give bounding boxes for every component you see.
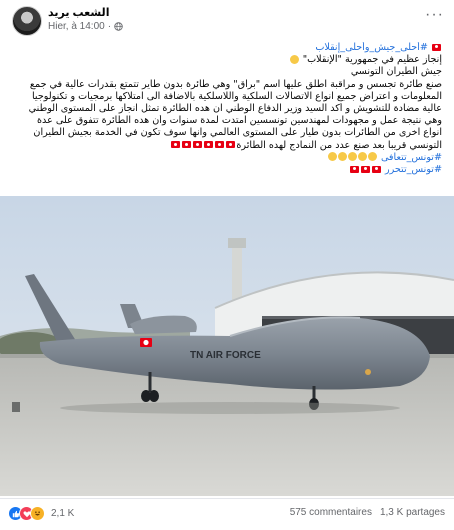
tunisia-flag-icon bbox=[215, 141, 225, 149]
post-line-3: جيش الطيران التونسي bbox=[350, 66, 442, 78]
engagement-counts: 575 commentaires 1,3 K partages bbox=[290, 507, 445, 518]
globe-icon bbox=[114, 22, 123, 31]
post-line-8: انواع اخرى من الطائرات بدون طيار على الم… bbox=[33, 127, 442, 139]
flexed-biceps-emoji-icon bbox=[338, 152, 348, 162]
facebook-post: الشعب يريد Hier, à 14:00 · ··· #أحلى_جيش… bbox=[0, 0, 454, 530]
tunisia-flag-icon bbox=[360, 165, 370, 173]
post-line-2: إنجاز عظيم في جمهورية "الإنقلاب" bbox=[8, 54, 442, 66]
post-line-10: #تونس_تتعافى bbox=[8, 152, 442, 164]
flexed-biceps-emoji-icon bbox=[358, 152, 368, 162]
post-line-4: صنع طائرة تجسس و مراقبة اطلق عليها اسم "… bbox=[29, 78, 442, 90]
flexed-biceps-emoji-icon bbox=[368, 152, 378, 162]
post-photo[interactable]: TN AIR FORCE bbox=[0, 196, 454, 496]
flexed-biceps-emoji-icon bbox=[348, 152, 358, 162]
comments-count[interactable]: 575 commentaires bbox=[290, 507, 372, 518]
post-line-9: التونسي قريبا بعد صنع عدد من النمادج لهد… bbox=[8, 140, 442, 152]
shares-count[interactable]: 1,3 K partages bbox=[380, 507, 445, 518]
post-timestamp[interactable]: Hier, à 14:00 bbox=[48, 21, 105, 32]
hashtag-link[interactable]: #أحلى_جيش_وأحلى_إنقلاب bbox=[315, 42, 428, 53]
post-meta: Hier, à 14:00 · bbox=[48, 21, 123, 32]
post-line-11: #تونس_تتحرر bbox=[8, 164, 442, 176]
hashtag-link[interactable]: #تونس_تتعافى bbox=[381, 152, 442, 163]
tunisia-flag-icon bbox=[349, 165, 359, 173]
flexed-biceps-emoji-icon bbox=[328, 152, 338, 162]
post-line-1: #أحلى_جيش_وأحلى_إنقلاب bbox=[8, 42, 442, 54]
post-line-7: وهي نتيجة عمل و مجهودات لمهندسين تونسسين… bbox=[37, 115, 442, 127]
smile-emoji-icon bbox=[290, 54, 300, 64]
post-line-5: المعلومات و اعتراض جميع انواع الاتصالات … bbox=[32, 90, 442, 102]
tunisia-flag-icon bbox=[432, 43, 441, 51]
tunisia-flag-icon bbox=[171, 141, 181, 149]
tunisia-flag-icon bbox=[204, 141, 214, 149]
tunisia-flag-icon bbox=[182, 141, 192, 149]
more-options-button[interactable]: ··· bbox=[425, 7, 444, 23]
post-text: #أحلى_جيش_وأحلى_إنقلاب إنجاز عظيم في جمه… bbox=[8, 42, 442, 176]
page-avatar[interactable] bbox=[12, 6, 42, 36]
drone-photo-illustration: TN AIR FORCE bbox=[0, 196, 454, 496]
page-name[interactable]: الشعب يريد bbox=[48, 6, 109, 19]
meta-separator: · bbox=[107, 21, 112, 32]
post-line-text: التونسي قريبا بعد صنع عدد من النمادج لهد… bbox=[236, 139, 442, 151]
tunisia-flag-icon bbox=[226, 141, 236, 149]
reaction-count[interactable]: 2,1 K bbox=[51, 508, 74, 519]
post-header: الشعب يريد Hier, à 14:00 · ··· bbox=[0, 0, 454, 44]
post-line-6: عالية مضادة للتشويش و أكد السيد وزير الد… bbox=[28, 103, 442, 115]
tunisia-flag-icon bbox=[193, 141, 203, 149]
hashtag-link[interactable]: #تونس_تتحرر bbox=[385, 164, 442, 175]
reactions-summary[interactable]: 2,1 K bbox=[8, 506, 74, 521]
post-footer: 2,1 K 575 commentaires 1,3 K partages bbox=[0, 498, 454, 530]
aircraft-marking: TN AIR FORCE bbox=[190, 350, 261, 361]
haha-reaction-icon bbox=[30, 506, 45, 521]
tunisia-flag-icon bbox=[371, 165, 381, 173]
post-line-text: إنجاز عظيم في جمهورية "الإنقلاب" bbox=[302, 54, 442, 66]
